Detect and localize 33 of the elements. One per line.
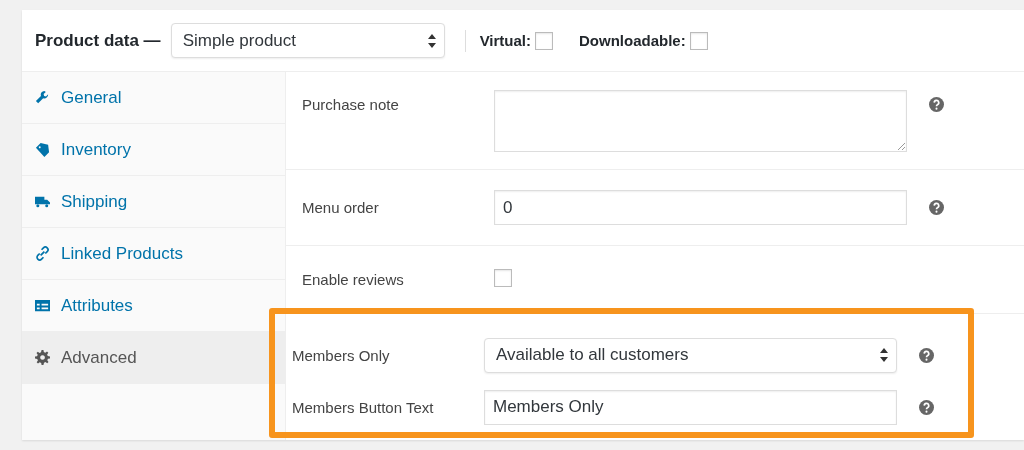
help-icon[interactable] (929, 200, 944, 215)
checkbox[interactable] (494, 268, 512, 287)
checkbox[interactable] (535, 31, 554, 50)
resize-grip-icon[interactable] (897, 142, 905, 150)
option-label: Virtual: (479, 32, 532, 49)
link-icon (35, 246, 50, 261)
help-icon[interactable] (919, 399, 934, 415)
checkbox[interactable] (689, 31, 708, 50)
field-label: Members Button Text (292, 398, 435, 416)
input-field[interactable]: Members Only (484, 389, 897, 425)
sidebar-tab[interactable]: Inventory (22, 124, 285, 176)
panel-title: Product data — (35, 30, 161, 51)
sidebar-tab[interactable]: Linked Products (22, 228, 285, 280)
settings-icon (35, 350, 50, 365)
field-label: Enable reviews (302, 271, 405, 288)
field-label: Menu order (302, 199, 380, 216)
tag-icon (35, 142, 50, 157)
list-icon (35, 298, 50, 313)
sidebar-tab[interactable]: General (22, 72, 285, 124)
updown-icon (880, 348, 888, 362)
option-label: Downloadable: (579, 32, 686, 49)
sidebar-tab[interactable]: Shipping (22, 176, 285, 228)
field-label: Members Only (292, 346, 391, 364)
updown-icon (427, 33, 436, 48)
sidebar-tab[interactable]: Advanced (22, 332, 285, 384)
select-field[interactable]: Available to all customers (484, 337, 897, 373)
wrench-icon (35, 90, 50, 105)
input-field[interactable]: 0 (494, 190, 907, 225)
product-type-select[interactable]: Simple product (170, 23, 445, 58)
help-icon[interactable] (929, 97, 944, 112)
field-label: Purchase note (302, 96, 400, 113)
help-icon[interactable] (919, 347, 934, 363)
truck-icon (35, 194, 50, 209)
